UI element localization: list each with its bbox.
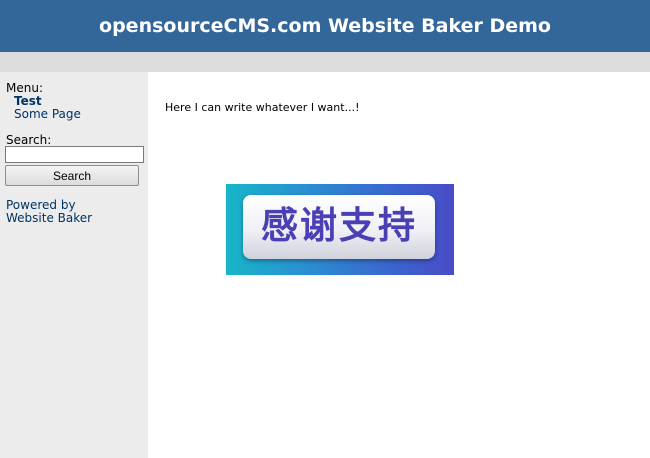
page-content-text: Here I can write whatever I want...! (165, 101, 360, 114)
thanks-banner-image: 感谢支持 (226, 184, 454, 275)
menu-item-some-page[interactable]: Some Page (14, 107, 81, 121)
search-input[interactable] (5, 146, 144, 163)
banner-pill: 感谢支持 (243, 195, 435, 259)
search-label: Search: (6, 133, 52, 147)
powered-by: Powered by Website Baker (6, 199, 92, 225)
header-subbar (0, 52, 650, 72)
banner-text: 感谢支持 (261, 204, 417, 247)
menu-item-test[interactable]: Test (14, 94, 42, 108)
website-baker-link[interactable]: Website Baker (6, 212, 92, 225)
search-button[interactable]: Search (5, 165, 139, 186)
menu-heading: Menu: (6, 81, 43, 95)
sidebar: Menu: Test Some Page Search: Search Powe… (0, 72, 148, 458)
site-header: opensourceCMS.com Website Baker Demo (0, 0, 650, 52)
site-title: opensourceCMS.com Website Baker Demo (99, 15, 551, 37)
